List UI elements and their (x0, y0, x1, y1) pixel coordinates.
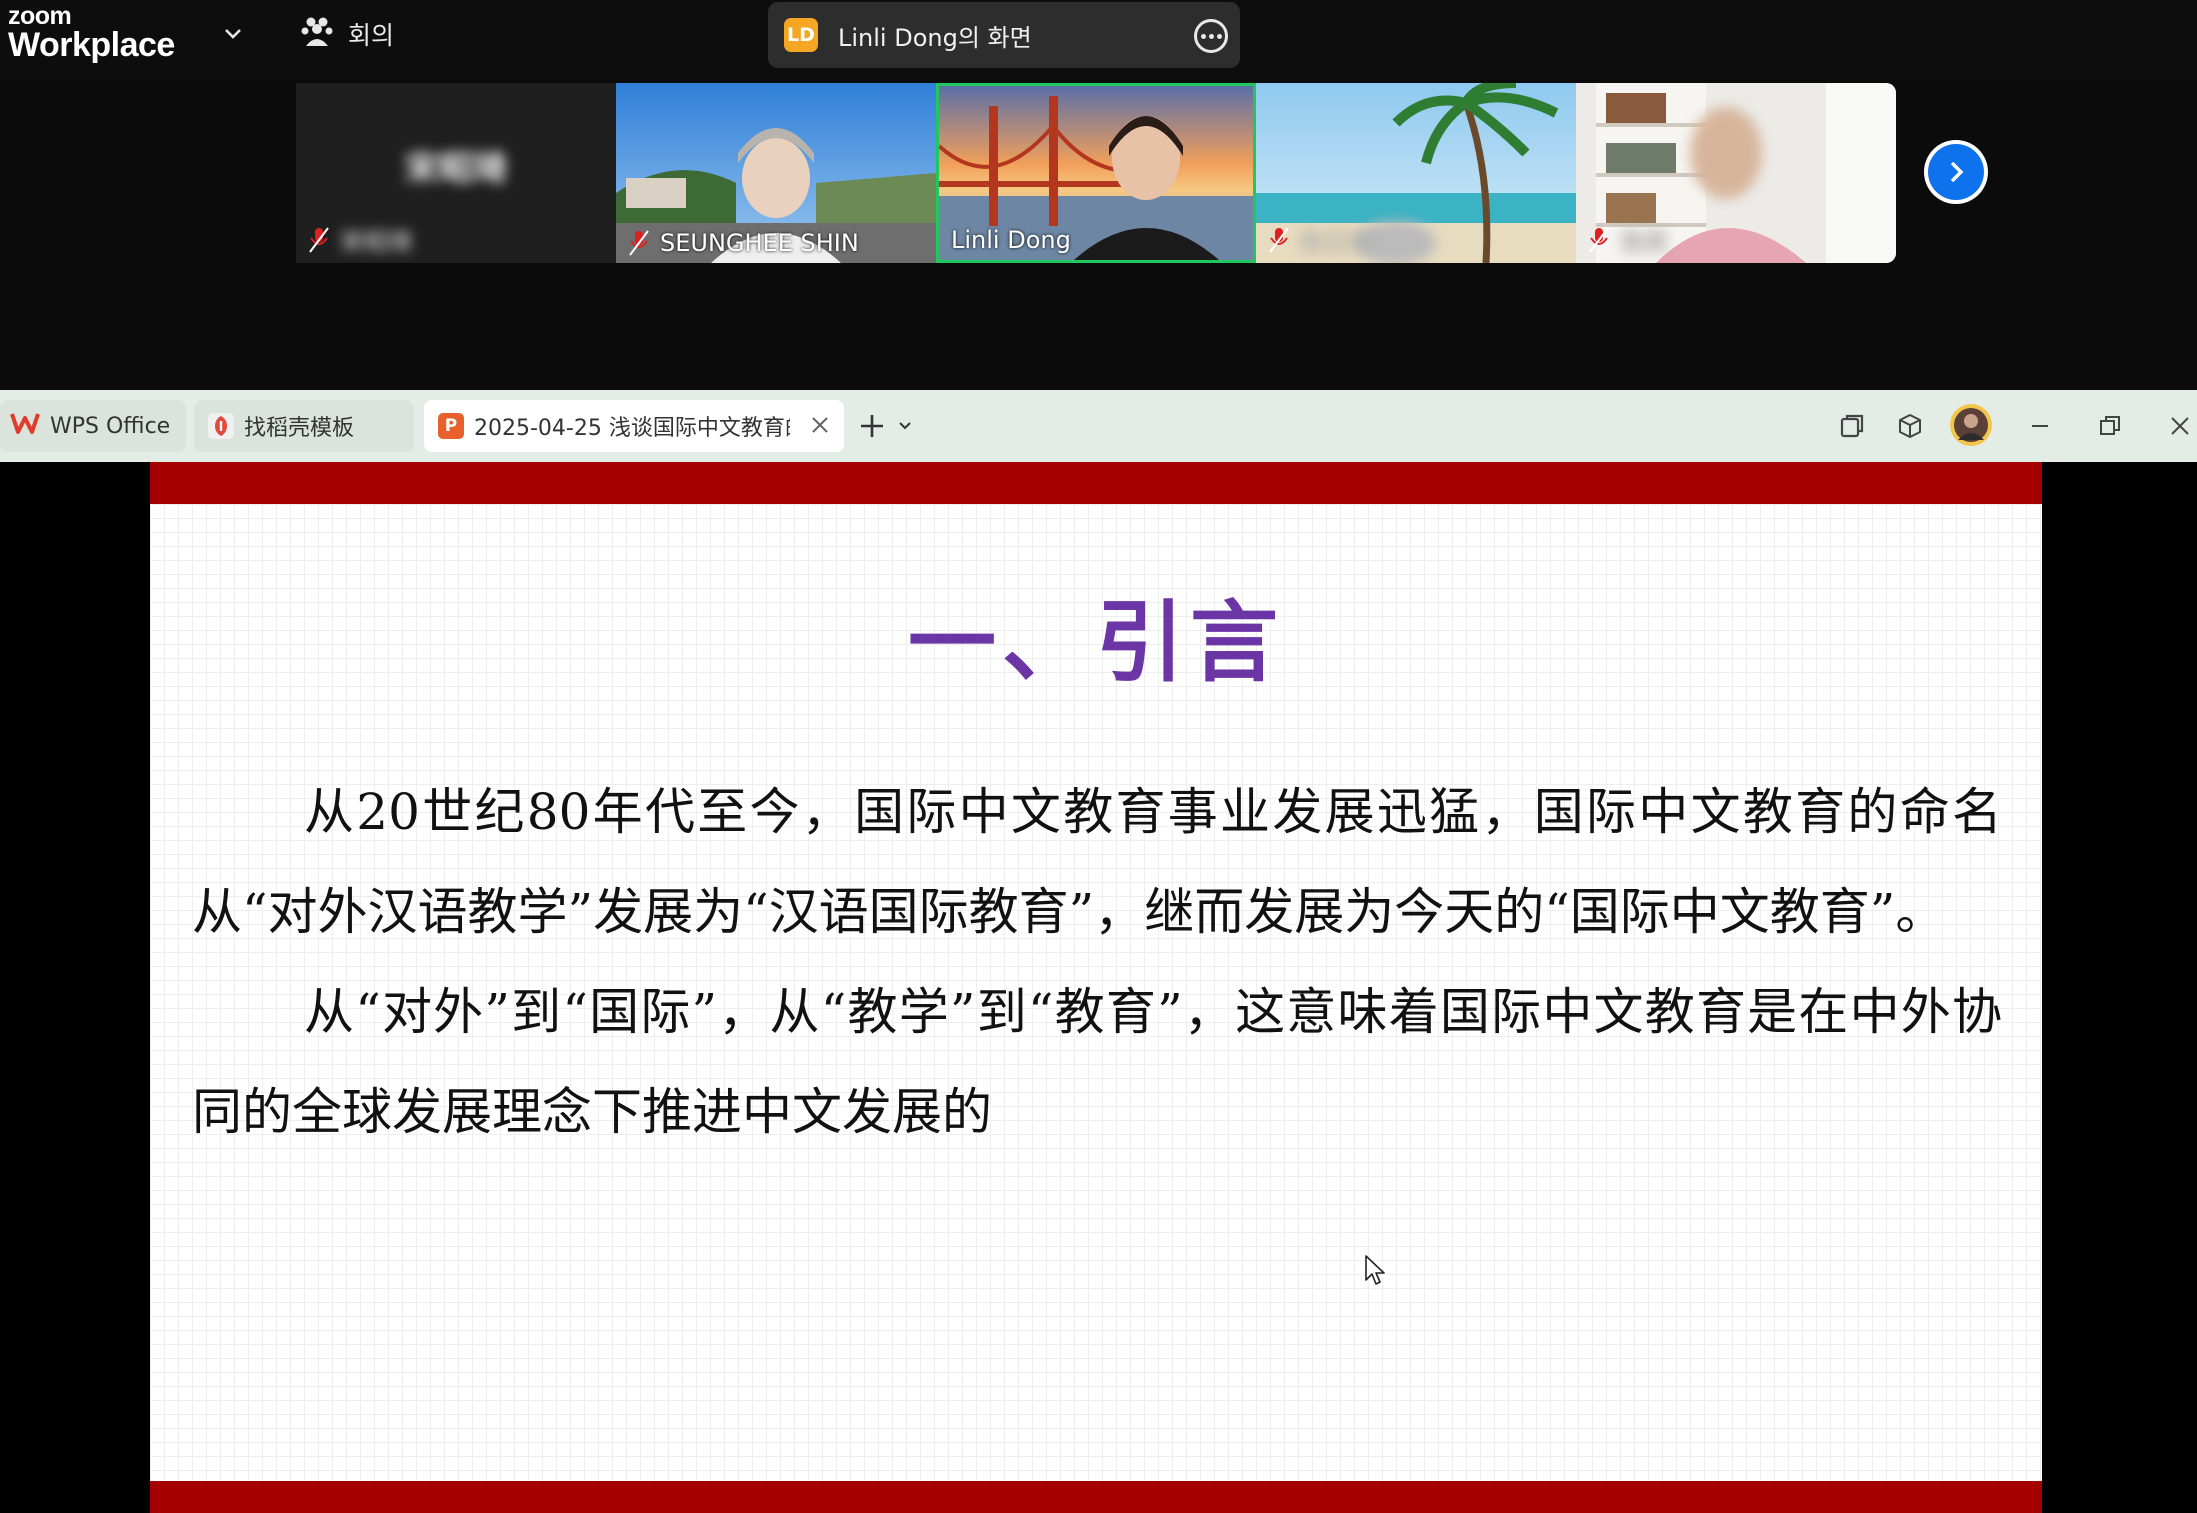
slide-paragraph: 从20世纪80年代至今，国际中文教育事业发展迅猛，国际中文教育的命名从“对外汉语… (192, 783, 2002, 941)
gallery-next-button[interactable] (1924, 140, 1988, 204)
participant-display-name: 宋昭琦 (405, 149, 507, 189)
zoom-logo-big: Workplace (8, 26, 175, 64)
screen-share-indicator[interactable]: LD Linli Dong의 화면 (768, 2, 1240, 68)
tab-template[interactable]: 找稻壳模板 (194, 400, 414, 452)
participant-name: 朱三丰 (1300, 228, 1372, 256)
zoom-logo-small: zoom (8, 2, 72, 30)
new-tab-plus-icon[interactable] (854, 408, 890, 444)
tab-label: 2025-04-25 浅谈国际中文教育的 (474, 416, 790, 441)
tab-list-chevron-icon[interactable] (892, 408, 918, 444)
video-gallery-strip: 宋昭琦 宋昭琦 SEUNGHEE SHIN Linli Dong 朱三丰 张某 (0, 78, 2197, 390)
slide-title: 一、引言 (907, 590, 1284, 694)
participant-name: Linli Dong (951, 226, 1071, 254)
tab-wps-office[interactable]: WPS Office (0, 400, 186, 452)
slide-bottom-band (150, 1481, 2042, 1513)
meeting-menu[interactable]: 회의 (300, 14, 394, 54)
chevron-right-icon (1928, 144, 1984, 200)
tab-label: 找稻壳模板 (244, 416, 355, 441)
participant-tile[interactable]: 朱三丰 (1256, 83, 1576, 263)
participant-label: Linli Dong (951, 226, 1071, 254)
close-tab-icon[interactable] (810, 415, 830, 441)
presentation-file-icon: P (438, 413, 464, 439)
participant-label: 宋昭琦 (308, 222, 412, 257)
participant-label: SEUNGHEE SHIN (628, 229, 859, 257)
mic-muted-icon (1268, 226, 1290, 254)
close-window-icon[interactable] (2162, 408, 2197, 444)
meeting-label: 회의 (348, 21, 395, 50)
restore-window-icon[interactable] (2092, 408, 2128, 444)
slide-paragraph: 从“对外”到“国际”，从“教学”到“教育”，这意味着国际中文教育是在中外协同的全… (192, 983, 2002, 1141)
tab-presentation-document[interactable]: P 2025-04-25 浅谈国际中文教育的 (424, 400, 844, 452)
mic-muted-icon (628, 229, 650, 257)
mic-muted-icon (1588, 226, 1610, 254)
participant-tile-active-speaker[interactable]: Linli Dong (936, 83, 1256, 263)
participant-tile[interactable]: 张某 (1576, 83, 1896, 263)
wps-tab-bar: WPS Office 找稻壳模板 P 2025-04-25 浅谈国际中文教育的 (0, 390, 2197, 462)
more-options-icon[interactable] (1194, 19, 1228, 53)
mic-muted-icon (308, 226, 330, 254)
docer-template-icon (208, 413, 234, 439)
participant-label: 张某 (1588, 222, 1668, 257)
chevron-down-icon[interactable] (222, 22, 244, 44)
user-avatar[interactable] (1950, 404, 1992, 446)
mouse-cursor-icon (1364, 1254, 1388, 1288)
participant-name: SEUNGHEE SHIN (660, 229, 859, 257)
participant-tile[interactable]: SEUNGHEE SHIN (616, 83, 936, 263)
zoom-workplace-logo[interactable]: zoom Workplace (8, 2, 175, 64)
participant-name: 张某 (1620, 228, 1668, 256)
window-switch-icon[interactable] (1834, 408, 1870, 444)
minimize-icon[interactable] (2022, 408, 2058, 444)
slide-body: 从20世纪80年代至今，国际中文教育事业发展迅猛，国际中文教育的命名从“对外汉语… (192, 762, 2002, 1162)
slide-canvas: 一、引言 从20世纪80年代至今，国际中文教育事业发展迅猛，国际中文教育的命名从… (150, 462, 2042, 1513)
slide-top-band (150, 462, 2042, 504)
zoom-top-bar: zoom Workplace 회의 LD Linli Dong의 화면 (0, 0, 2197, 78)
sharer-avatar-badge: LD (784, 18, 818, 52)
participant-name: 宋昭琦 (340, 228, 412, 256)
cube-3d-icon[interactable] (1892, 408, 1928, 444)
participant-label: 朱三丰 (1268, 222, 1372, 257)
participant-tile[interactable]: 宋昭琦 宋昭琦 (296, 83, 616, 263)
presentation-view: 一、引言 从20世纪80年代至今，国际中文教育事业发展迅猛，国际中文教育的命名从… (0, 462, 2197, 1513)
share-title: Linli Dong의 화면 (838, 23, 1032, 52)
tab-label: WPS Office (50, 413, 171, 439)
wps-logo-icon (10, 410, 40, 442)
participants-icon (300, 14, 334, 54)
